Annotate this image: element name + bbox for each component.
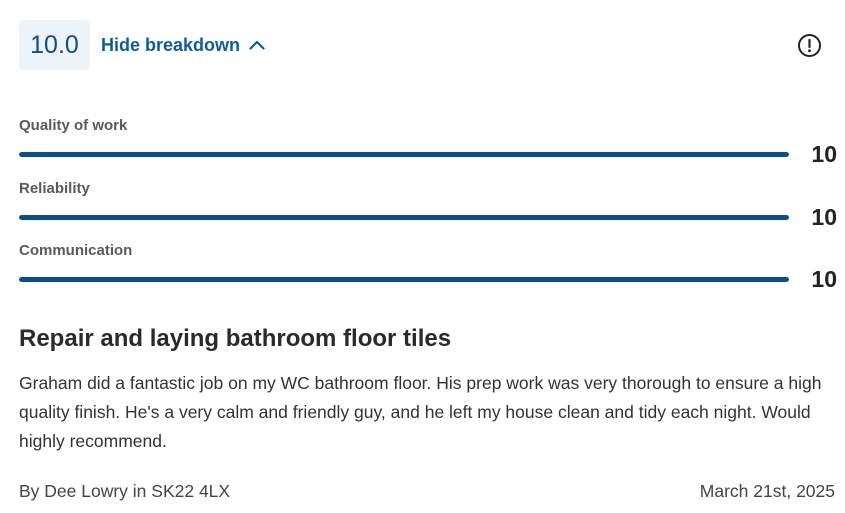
overall-score-badge: 10.0 xyxy=(19,20,90,70)
criterion-label: Communication xyxy=(19,242,133,259)
criterion-bar xyxy=(19,214,789,220)
criterion-score: 10 xyxy=(811,203,837,230)
hide-breakdown-label: Hide breakdown xyxy=(101,34,241,55)
criterion-bar-fill xyxy=(19,277,789,282)
criterion-reliability: Reliability 10 xyxy=(19,180,837,243)
criterion-score: 10 xyxy=(811,266,837,292)
criterion-bar-fill xyxy=(19,214,789,220)
rating-header: 10.0 Hide breakdown xyxy=(19,20,266,70)
review-body: Graham did a fantastic job on my WC bath… xyxy=(19,373,822,451)
review-footer: By Dee Lowry in SK22 4LX March 21st, 202… xyxy=(19,481,835,502)
rating-breakdown: Quality of work 10 Reliability 10 Commun… xyxy=(19,117,837,305)
exclamation-circle-icon[interactable] xyxy=(797,33,822,58)
hide-breakdown-toggle[interactable]: Hide breakdown xyxy=(101,35,266,56)
criterion-bar xyxy=(19,277,789,282)
criterion-bar xyxy=(19,152,789,157)
review-author: By Dee Lowry in SK22 4LX xyxy=(19,481,231,501)
chevron-up-icon xyxy=(248,36,266,54)
overall-score: 10.0 xyxy=(30,30,79,59)
criterion-score: 10 xyxy=(811,141,837,167)
review-title: Repair and laying bathroom floor tiles xyxy=(19,325,452,352)
criterion-label: Reliability xyxy=(19,179,90,197)
criterion-label: Quality of work xyxy=(19,117,128,134)
criterion-communication: Communication 10 xyxy=(19,242,837,305)
review-date: March 21st, 2025 xyxy=(699,481,835,501)
criterion-bar-fill xyxy=(19,152,789,157)
criterion-quality-of-work: Quality of work 10 xyxy=(19,117,837,180)
